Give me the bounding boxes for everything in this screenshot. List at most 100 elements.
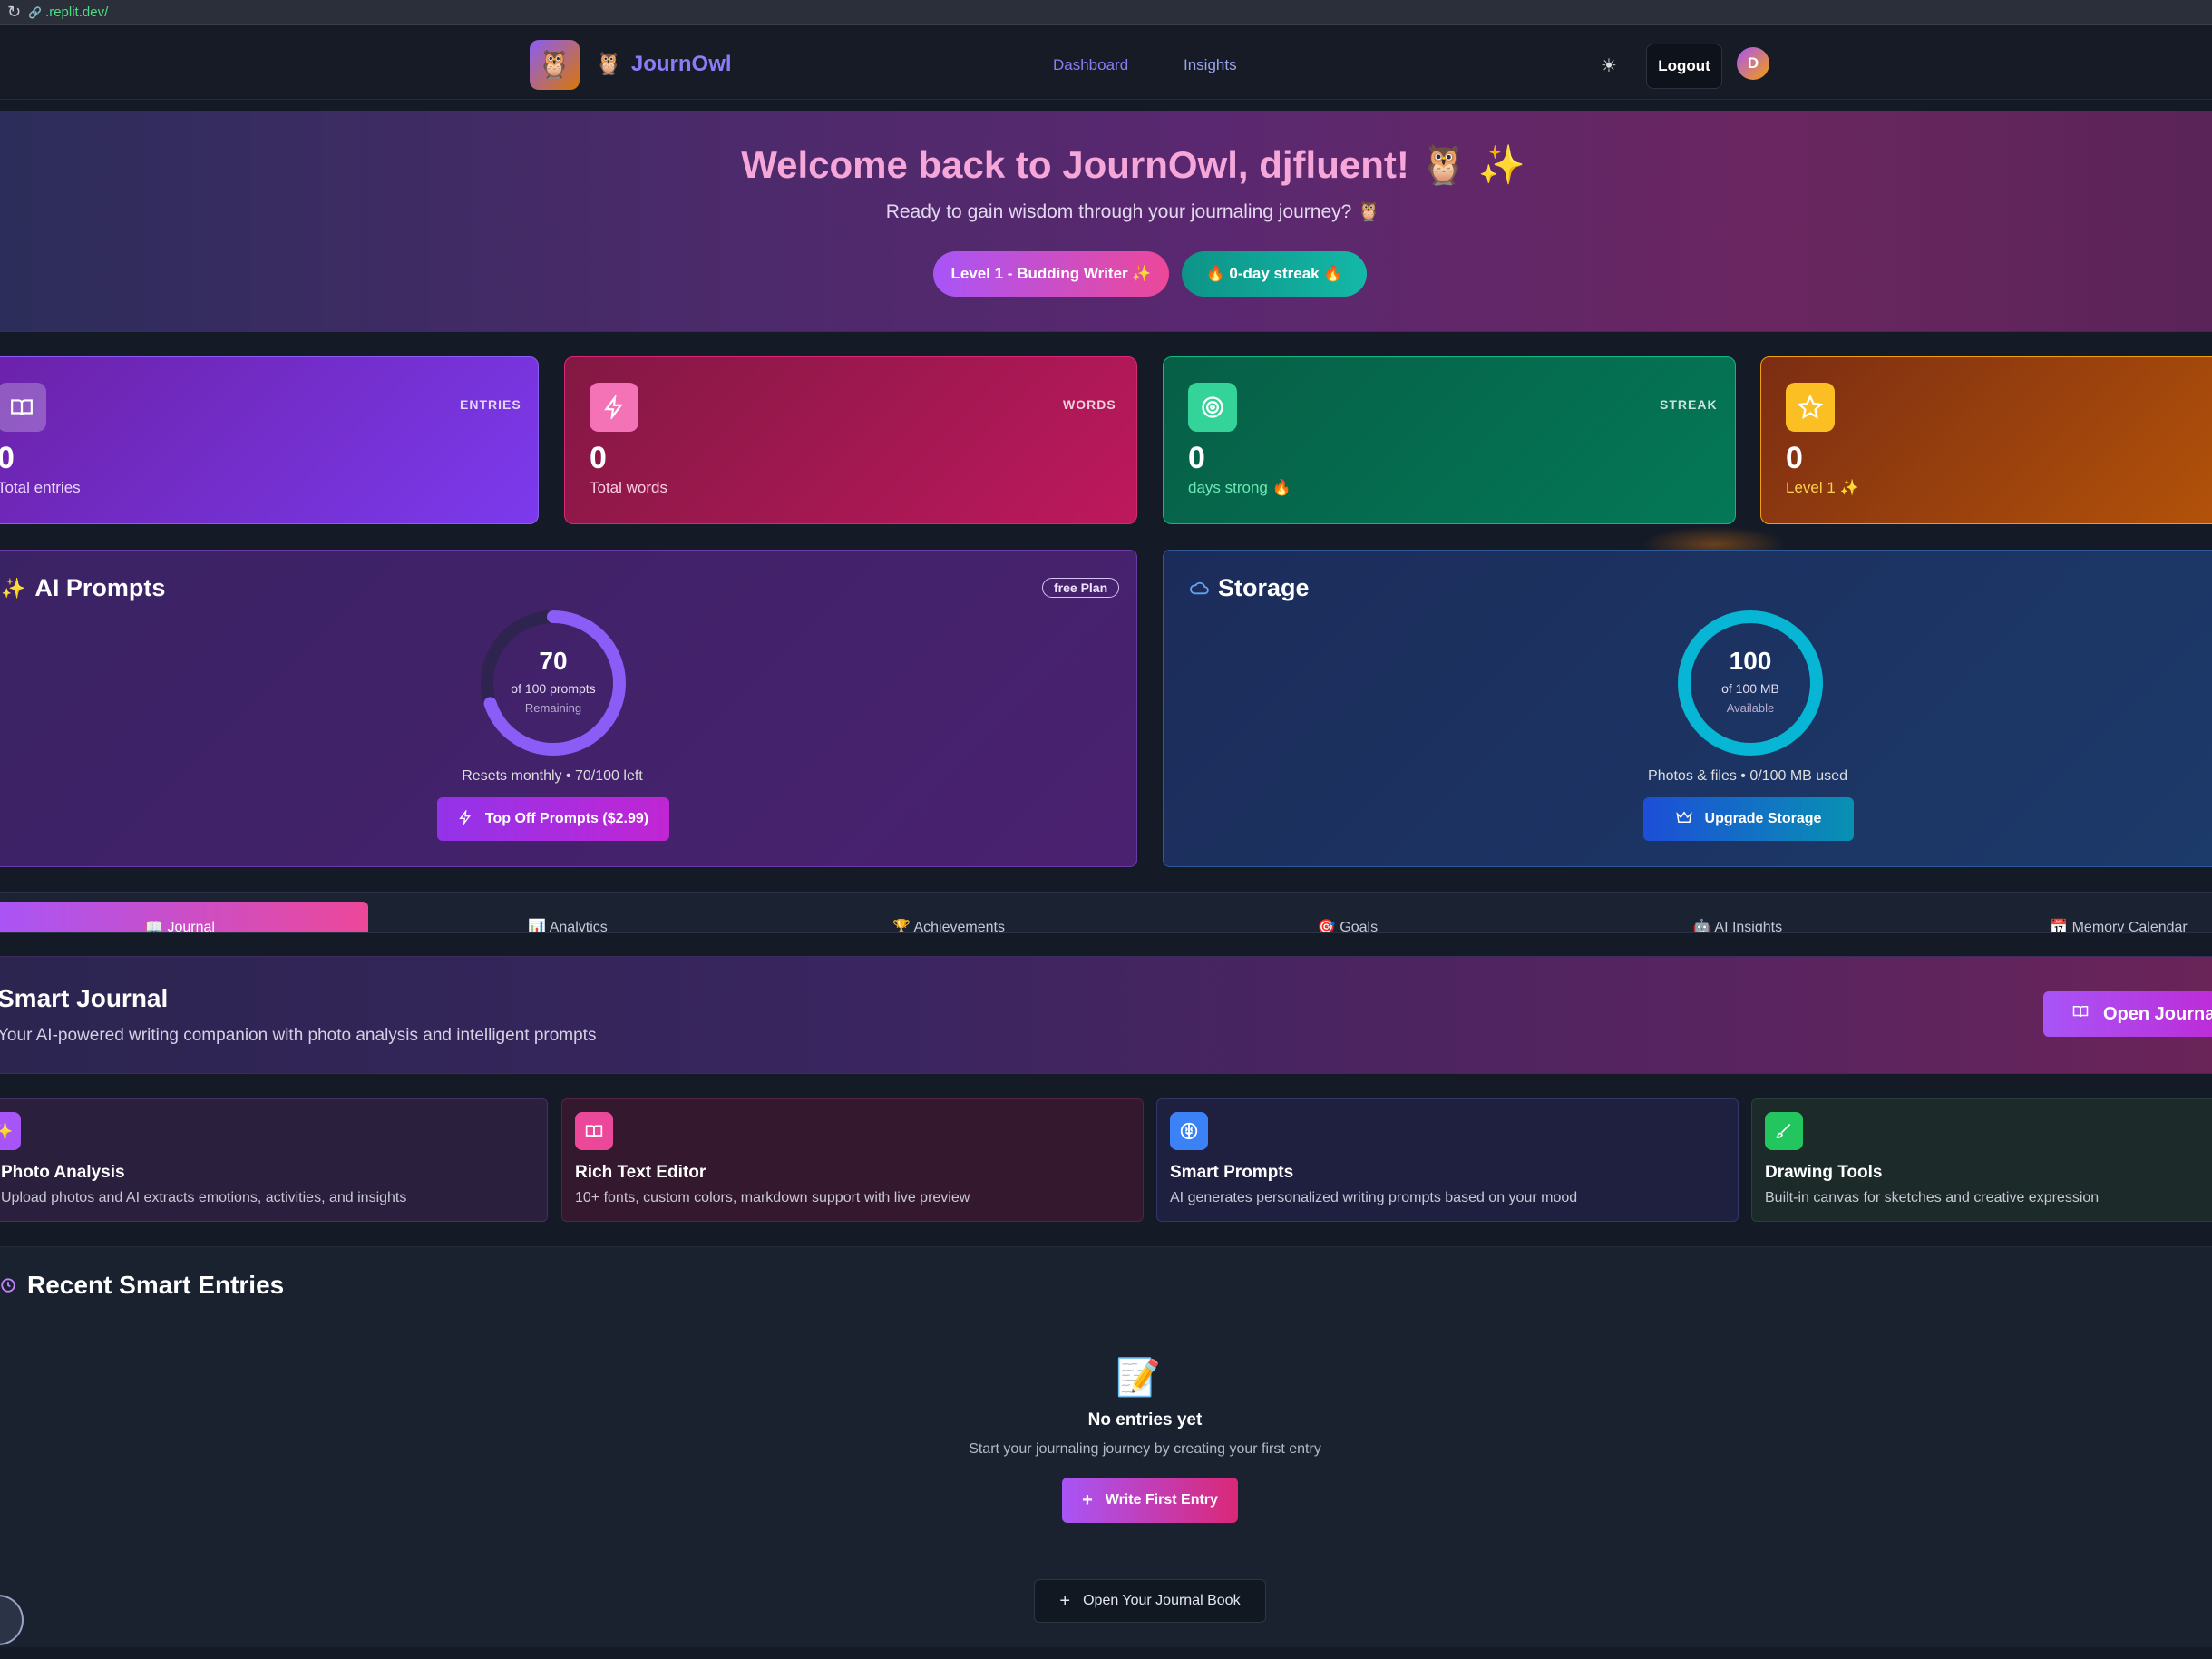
empty-state-subtitle: Start your journaling journey by creatin… (969, 1441, 1321, 1457)
smart-journal-title: Smart Journal (0, 984, 169, 1012)
nav-insights[interactable]: Insights (1184, 56, 1237, 74)
ai-prompts-panel: ✨ AI Prompts free Plan 70 of 100 prompts… (0, 550, 1137, 867)
button-label: Open Journal (2103, 1003, 2212, 1024)
stat-label: Total words (590, 479, 667, 496)
level-badge: Level 1 - Budding Writer ✨ (933, 251, 1169, 297)
storage-ring-label: 100 of 100 MB Available (1676, 647, 1825, 715)
storage-heading: Storage (1189, 574, 1310, 602)
brand[interactable]: 🦉 JournOwl (595, 51, 732, 77)
welcome-title: Welcome back to JournOwl, djfluent! 🦉 ✨ (741, 143, 1525, 186)
clock-icon (0, 1271, 16, 1300)
feature-card-photo-analysis: ✨ Photo Analysis Upload photos and AI ex… (0, 1098, 548, 1222)
memo-icon: 📝 (1116, 1358, 1161, 1398)
tab-ai-insights[interactable]: 🤖 AI Insights (1552, 902, 1924, 932)
lightning-icon (590, 383, 638, 432)
logout-button[interactable]: Logout (1646, 44, 1722, 89)
panel-title: AI Prompts (34, 574, 166, 601)
owl-logo-icon[interactable]: 🦉 (530, 40, 580, 90)
feature-desc: Built-in canvas for sketches and creativ… (1765, 1190, 2100, 1205)
stat-label: Level 1 ✨ (1786, 479, 1859, 496)
plan-badge: free Plan (1042, 578, 1120, 598)
sparkle-icon: ✨ (0, 1112, 21, 1150)
prompts-remaining: 70 (539, 647, 568, 675)
open-journal-book-button[interactable]: + Open Your Journal Book (1034, 1579, 1266, 1623)
stat-value: 0 (1786, 441, 1803, 475)
stat-value: 0 (1188, 441, 1205, 475)
storage-available: 100 (1729, 647, 1772, 675)
storage-total: of 100 MB (1721, 681, 1779, 696)
prompts-state: Remaining (524, 701, 582, 715)
stat-card-entries: ENTRIES 0 Total entries (0, 356, 539, 524)
welcome-hero: Welcome back to JournOwl, djfluent! 🦉 ✨ … (0, 111, 2212, 332)
book-icon (2072, 1003, 2089, 1025)
feature-desc: 10+ fonts, custom colors, markdown suppo… (575, 1190, 970, 1205)
recent-entries-section: Recent Smart Entries 📝 No entries yet St… (0, 1246, 2212, 1647)
stat-value: 0 (0, 441, 15, 475)
feature-title: Smart Prompts (1170, 1163, 1294, 1182)
plus-icon: + (1059, 1590, 1071, 1611)
avatar[interactable]: D (1737, 47, 1769, 80)
tab-analytics[interactable]: 📊 Analytics (382, 902, 754, 932)
feature-card-smart-prompts: Smart Prompts AI generates personalized … (1156, 1098, 1739, 1222)
stat-label: Total entries (0, 479, 81, 496)
smart-journal-banner: Smart Journal Your AI-powered writing co… (0, 956, 2212, 1074)
tab-journal[interactable]: 📖 Journal (0, 902, 368, 932)
storage-note: Photos & files • 0/100 MB used (1648, 768, 1847, 784)
sparkle-icon: ✨ (1, 576, 26, 600)
reload-icon[interactable]: ↻ (7, 3, 21, 22)
top-nav: 🦉 🦉 JournOwl Dashboard Insights ☀ Logout (0, 25, 2212, 100)
owl-icon: 🦉 (595, 52, 622, 76)
url-text: .replit.dev/ (45, 5, 109, 20)
prompts-total: of 100 prompts (511, 681, 596, 696)
stat-card-streak: STREAK 0 days strong 🔥 (1163, 356, 1736, 524)
streak-badge: 🔥 0-day streak 🔥 (1182, 251, 1367, 297)
address-field[interactable]: 🔗 .replit.dev/ (28, 5, 108, 20)
stat-label: days strong 🔥 (1188, 479, 1291, 496)
stat-tag: STREAK (1660, 397, 1718, 412)
prompts-ring-label: 70 of 100 prompts Remaining (479, 647, 628, 715)
tab-goals[interactable]: 🎯 Goals (1162, 902, 1534, 932)
brush-icon (1765, 1112, 1803, 1150)
brain-icon (1170, 1112, 1208, 1150)
lightning-icon (458, 808, 473, 829)
button-label: Upgrade Storage (1704, 811, 1822, 826)
button-label: Open Your Journal Book (1083, 1593, 1241, 1608)
stat-card-level: 0 Level 1 ✨ (1760, 356, 2212, 524)
browser-url-bar: ↻ 🔗 .replit.dev/ (0, 0, 2212, 25)
smart-journal-subtitle: Your AI-powered writing companion with p… (0, 1026, 597, 1045)
star-icon (1786, 383, 1835, 432)
section-title: Recent Smart Entries (27, 1271, 285, 1299)
write-first-entry-button[interactable]: + Write First Entry (1062, 1478, 1238, 1523)
ai-prompts-heading: ✨ AI Prompts (1, 574, 165, 602)
stat-tag: WORDS (1063, 397, 1116, 412)
feature-title: Drawing Tools (1765, 1163, 1883, 1182)
feature-title: Photo Analysis (1, 1163, 125, 1182)
stat-tag: ENTRIES (460, 397, 521, 412)
nav-dashboard[interactable]: Dashboard (1053, 56, 1128, 74)
tab-memory-calendar[interactable]: 📅 Memory Calendar (1933, 902, 2212, 932)
upgrade-storage-button[interactable]: Upgrade Storage (1643, 797, 1854, 841)
section-tabs: 📖 Journal 📊 Analytics 🏆 Achievements 🎯 G… (0, 892, 2212, 933)
storage-state: Available (1726, 701, 1775, 715)
cloud-icon (1189, 574, 1209, 602)
prompts-note: Resets monthly • 70/100 left (462, 768, 643, 784)
storage-panel: Storage 100 of 100 MB Available Photos &… (1163, 550, 2212, 867)
target-icon (1188, 383, 1237, 432)
feature-desc: Upload photos and AI extracts emotions, … (1, 1190, 407, 1205)
book-icon (0, 383, 46, 432)
feature-card-drawing-tools: Drawing Tools Built-in canvas for sketch… (1751, 1098, 2212, 1222)
feature-title: Rich Text Editor (575, 1163, 706, 1182)
open-journal-button[interactable]: Open Journal (2043, 991, 2212, 1037)
top-off-prompts-button[interactable]: Top Off Prompts ($2.99) (437, 797, 669, 841)
recent-entries-heading: Recent Smart Entries (0, 1271, 284, 1300)
stat-value: 0 (590, 441, 607, 475)
sun-icon[interactable]: ☀ (1596, 53, 1622, 78)
feature-desc: AI generates personalized writing prompt… (1170, 1190, 1578, 1205)
crown-icon (1675, 810, 1692, 829)
button-label: Write First Entry (1105, 1492, 1218, 1508)
empty-state-title: No entries yet (1087, 1410, 1203, 1430)
tab-achievements[interactable]: 🏆 Achievements (763, 902, 1135, 932)
feature-card-rich-text-editor: Rich Text Editor 10+ fonts, custom color… (561, 1098, 1144, 1222)
link-icon: 🔗 (28, 5, 43, 19)
button-label: Top Off Prompts ($2.99) (484, 811, 649, 826)
